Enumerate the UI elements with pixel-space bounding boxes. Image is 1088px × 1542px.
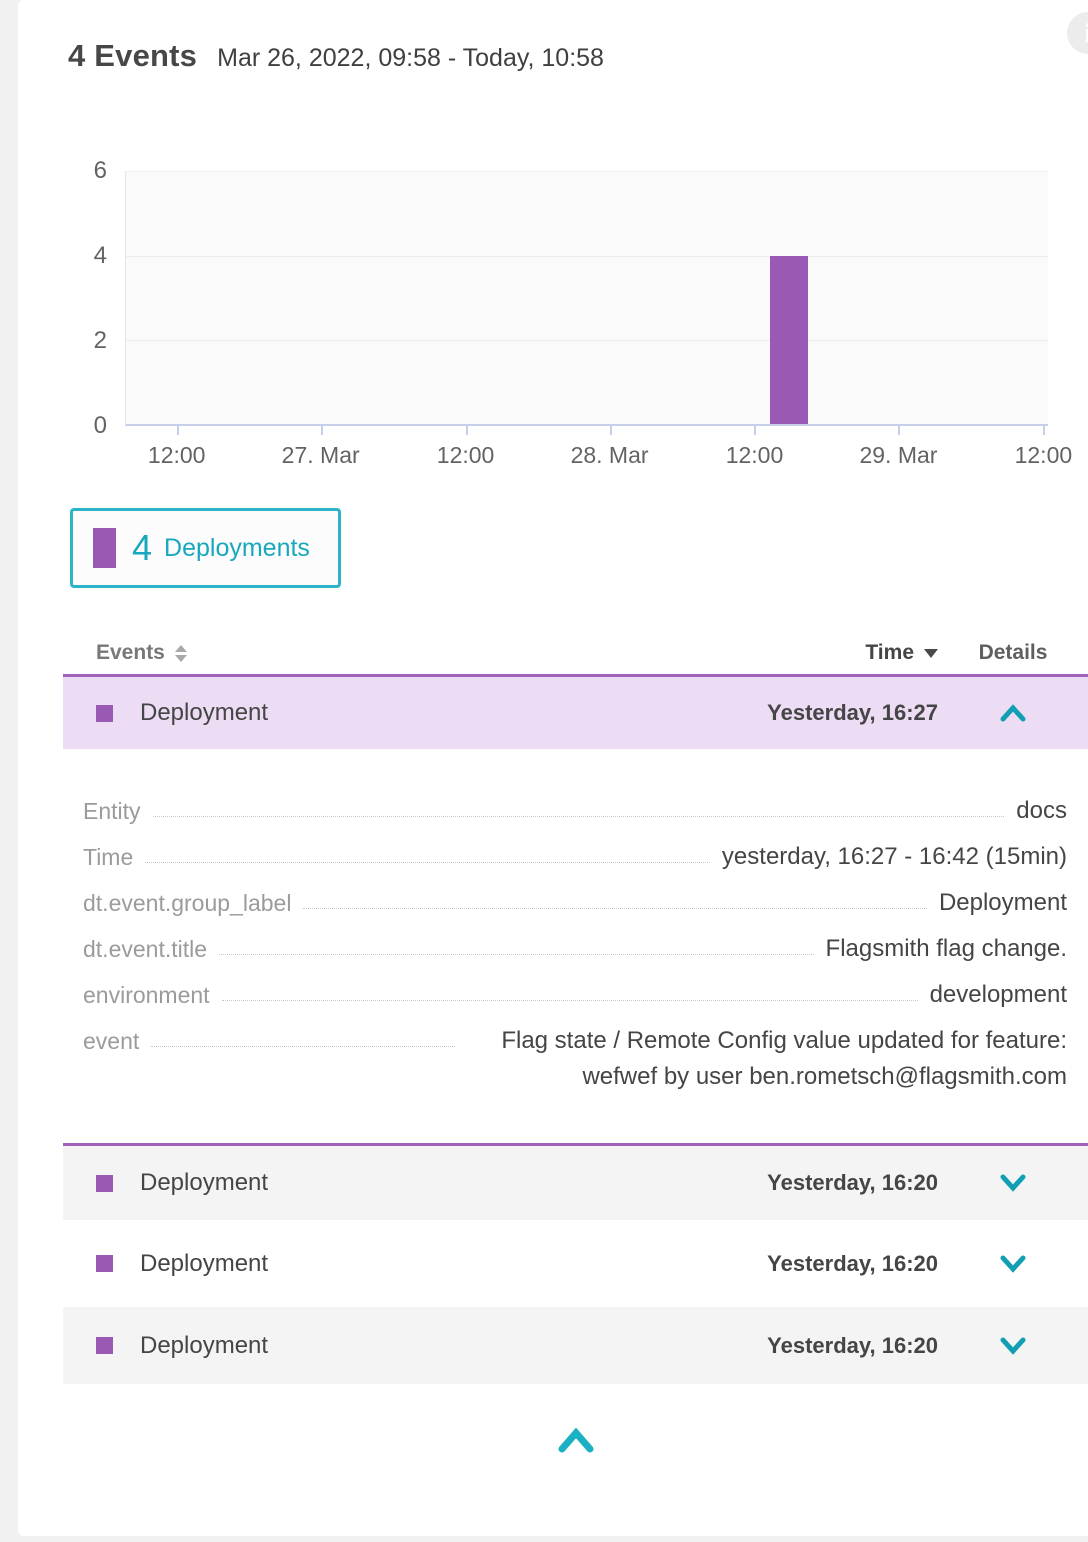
column-header-details: Details — [938, 641, 1088, 665]
x-tick-label: 27. Mar — [282, 442, 360, 469]
event-time-label: Yesterday, 16:20 — [767, 1333, 938, 1359]
panel-header: 4 Events Mar 26, 2022, 09:58 - Today, 10… — [18, 0, 1088, 74]
event-row[interactable]: Deployment Yesterday, 16:20 — [63, 1143, 1088, 1220]
y-tick-label: 2 — [94, 327, 107, 355]
plot-area — [125, 171, 1048, 426]
events-chart: 6 4 2 0 12:00 27. Mar 12:00 28. Mar 12: — [63, 171, 1048, 478]
dotted-leader — [145, 839, 710, 863]
event-type-label: Deployment — [140, 1332, 767, 1360]
legend-label: Deployments — [164, 534, 310, 563]
x-tick-label: 28. Mar — [571, 442, 649, 469]
x-tick-mark — [898, 426, 900, 435]
expand-row-button[interactable] — [938, 1254, 1088, 1274]
y-tick-label: 0 — [94, 412, 107, 440]
legend-swatch-icon — [93, 528, 116, 568]
event-time-label: Yesterday, 16:27 — [767, 700, 938, 726]
x-axis: 12:00 27. Mar 12:00 28. Mar 12:00 29. Ma… — [125, 426, 1048, 478]
detail-value: Flagsmith flag change. — [826, 931, 1067, 967]
legend-deployments[interactable]: 4 Deployments — [70, 508, 341, 588]
gridline — [126, 256, 1048, 257]
x-tick-label: 12:00 — [726, 442, 784, 469]
detail-label: dt.event.group_label — [83, 885, 291, 921]
event-time-label: Yesterday, 16:20 — [767, 1251, 938, 1277]
event-row[interactable]: Deployment Yesterday, 16:20 — [63, 1220, 1088, 1307]
y-tick-label: 6 — [94, 157, 107, 185]
events-table: Events Time Details Deployment Yesterday… — [63, 632, 1088, 1384]
x-tick-label: 12:00 — [437, 442, 495, 469]
event-type-label: Deployment — [140, 1169, 767, 1197]
detail-label: event — [83, 1023, 139, 1059]
dotted-leader — [219, 931, 814, 955]
detail-label: Time — [83, 839, 133, 875]
x-tick-mark — [321, 426, 323, 435]
collapse-list-control[interactable] — [63, 1384, 1088, 1454]
detail-row: dt.event.group_label Deployment — [83, 885, 1067, 921]
x-tick-mark — [754, 426, 756, 435]
detail-row: Time yesterday, 16:27 - 16:42 (15min) — [83, 839, 1067, 875]
event-type-label: Deployment — [140, 699, 767, 727]
column-header-time-label: Time — [865, 641, 914, 665]
detail-value: docs — [1016, 793, 1067, 829]
chevron-up-icon — [555, 1426, 597, 1454]
deployment-square-icon — [96, 1255, 113, 1272]
chart-bar-deployments[interactable] — [770, 256, 809, 424]
event-time-label: Yesterday, 16:20 — [767, 1170, 938, 1196]
dotted-leader — [222, 977, 918, 1001]
dotted-leader — [151, 1023, 455, 1047]
detail-value: development — [930, 977, 1067, 1013]
x-tick-mark — [610, 426, 612, 435]
detail-row: Entity docs — [83, 793, 1067, 829]
x-tick-mark — [1043, 426, 1045, 435]
y-tick-label: 4 — [94, 242, 107, 270]
x-tick-mark — [177, 426, 179, 435]
x-tick-mark — [466, 426, 468, 435]
chevron-down-icon — [998, 1254, 1028, 1274]
legend-count: 4 — [132, 527, 152, 569]
time-range-label: Mar 26, 2022, 09:58 - Today, 10:58 — [217, 44, 604, 73]
detail-label: environment — [83, 977, 210, 1013]
dotted-leader — [303, 885, 927, 909]
event-row[interactable]: Deployment Yesterday, 16:20 — [63, 1307, 1088, 1384]
sort-desc-icon — [924, 649, 938, 658]
sort-both-icon — [175, 645, 187, 662]
chevron-down-icon — [998, 1336, 1028, 1356]
detail-value: Deployment — [939, 885, 1067, 921]
chevron-down-icon — [998, 1173, 1028, 1193]
gridline — [126, 340, 1048, 341]
deployment-square-icon — [96, 1337, 113, 1354]
deployment-square-icon — [96, 1175, 113, 1192]
events-panel: i 4 Events Mar 26, 2022, 09:58 - Today, … — [18, 0, 1088, 1536]
x-tick-label: 12:00 — [1015, 442, 1073, 469]
page-title: 4 Events — [68, 38, 197, 74]
chevron-up-icon — [998, 703, 1028, 723]
expand-row-button[interactable] — [938, 1173, 1088, 1193]
column-header-events-label: Events — [96, 641, 165, 665]
y-axis: 6 4 2 0 — [63, 171, 125, 426]
detail-row: event Flag state / Remote Config value u… — [83, 1023, 1067, 1095]
dotted-leader — [153, 793, 1005, 817]
x-tick-label: 29. Mar — [859, 442, 937, 469]
event-details-panel: Entity docs Time yesterday, 16:27 - 16:4… — [63, 749, 1088, 1143]
collapse-row-button[interactable] — [938, 703, 1088, 723]
detail-label: dt.event.title — [83, 931, 207, 967]
detail-label: Entity — [83, 793, 141, 829]
event-type-label: Deployment — [140, 1250, 767, 1278]
detail-row: environment development — [83, 977, 1067, 1013]
column-header-time[interactable]: Time — [865, 641, 938, 665]
expand-row-button[interactable] — [938, 1336, 1088, 1356]
detail-value: Flag state / Remote Config value updated… — [467, 1023, 1067, 1095]
detail-row: dt.event.title Flagsmith flag change. — [83, 931, 1067, 967]
table-header: Events Time Details — [63, 632, 1088, 674]
x-tick-label: 12:00 — [148, 442, 206, 469]
column-header-events[interactable]: Events — [96, 641, 187, 665]
event-row-expanded[interactable]: Deployment Yesterday, 16:27 — [63, 674, 1088, 749]
detail-value: yesterday, 16:27 - 16:42 (15min) — [722, 839, 1067, 875]
deployment-square-icon — [96, 705, 113, 722]
